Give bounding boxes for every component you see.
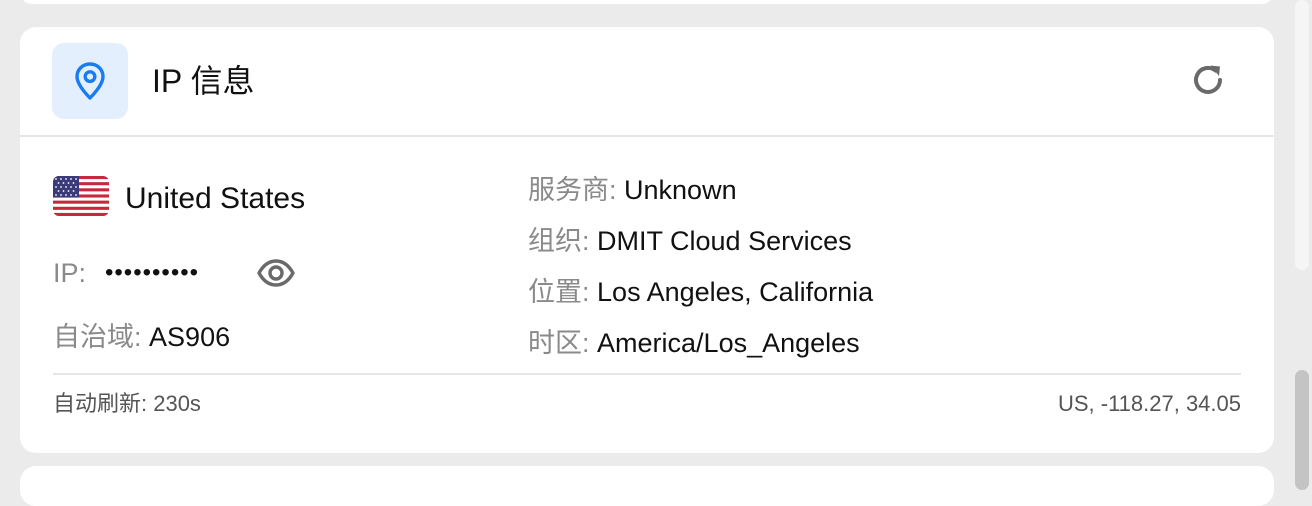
ip-label: IP: bbox=[53, 258, 87, 288]
refresh-icon bbox=[1194, 65, 1222, 94]
asn-row: 自治域: AS906 bbox=[53, 319, 230, 355]
geo-coordinates: US, -118.27, 34.05 bbox=[1057, 391, 1241, 416]
auto-refresh-countdown: 自动刷新: 230s bbox=[53, 391, 201, 416]
previous-card bbox=[20, 0, 1274, 4]
card-title: IP 信息 bbox=[152, 63, 255, 99]
isp-value: Unknown bbox=[624, 175, 737, 205]
org-value: DMIT Cloud Services bbox=[597, 226, 852, 256]
org-row: 组织: DMIT Cloud Services bbox=[528, 223, 852, 259]
isp-row: 服务商: Unknown bbox=[528, 172, 737, 208]
eye-icon bbox=[257, 259, 295, 287]
scrollbar-thumb-upper[interactable] bbox=[1295, 0, 1309, 270]
us-flag-icon bbox=[53, 176, 109, 216]
icon-tile bbox=[52, 43, 128, 119]
asn-value: AS906 bbox=[149, 322, 231, 352]
timezone-label: 时区: bbox=[528, 328, 590, 358]
timezone-row: 时区: America/Los_Angeles bbox=[528, 325, 860, 361]
timezone-value: America/Los_Angeles bbox=[597, 328, 860, 358]
refresh-button[interactable] bbox=[1188, 60, 1228, 100]
card-header: IP 信息 bbox=[20, 27, 1274, 137]
location-row: 位置: Los Angeles, California bbox=[528, 274, 873, 310]
org-label: 组织: bbox=[528, 226, 590, 256]
asn-label: 自治域: bbox=[53, 322, 142, 352]
ip-info-card: IP 信息 United States IP: •••••••••• 自治域: … bbox=[20, 27, 1274, 453]
toggle-ip-visibility-button[interactable] bbox=[257, 256, 295, 299]
isp-label: 服务商: bbox=[528, 175, 617, 205]
ip-masked-value: •••••••••• bbox=[105, 259, 200, 286]
ip-row: IP: •••••••••• bbox=[53, 255, 295, 291]
location-value: Los Angeles, California bbox=[597, 277, 874, 307]
scrollbar-thumb[interactable] bbox=[1295, 370, 1309, 490]
country-name: United States bbox=[125, 182, 306, 215]
footer-divider bbox=[53, 373, 1241, 375]
map-pin-icon bbox=[75, 62, 105, 100]
location-label: 位置: bbox=[528, 277, 590, 307]
next-card bbox=[20, 466, 1274, 506]
